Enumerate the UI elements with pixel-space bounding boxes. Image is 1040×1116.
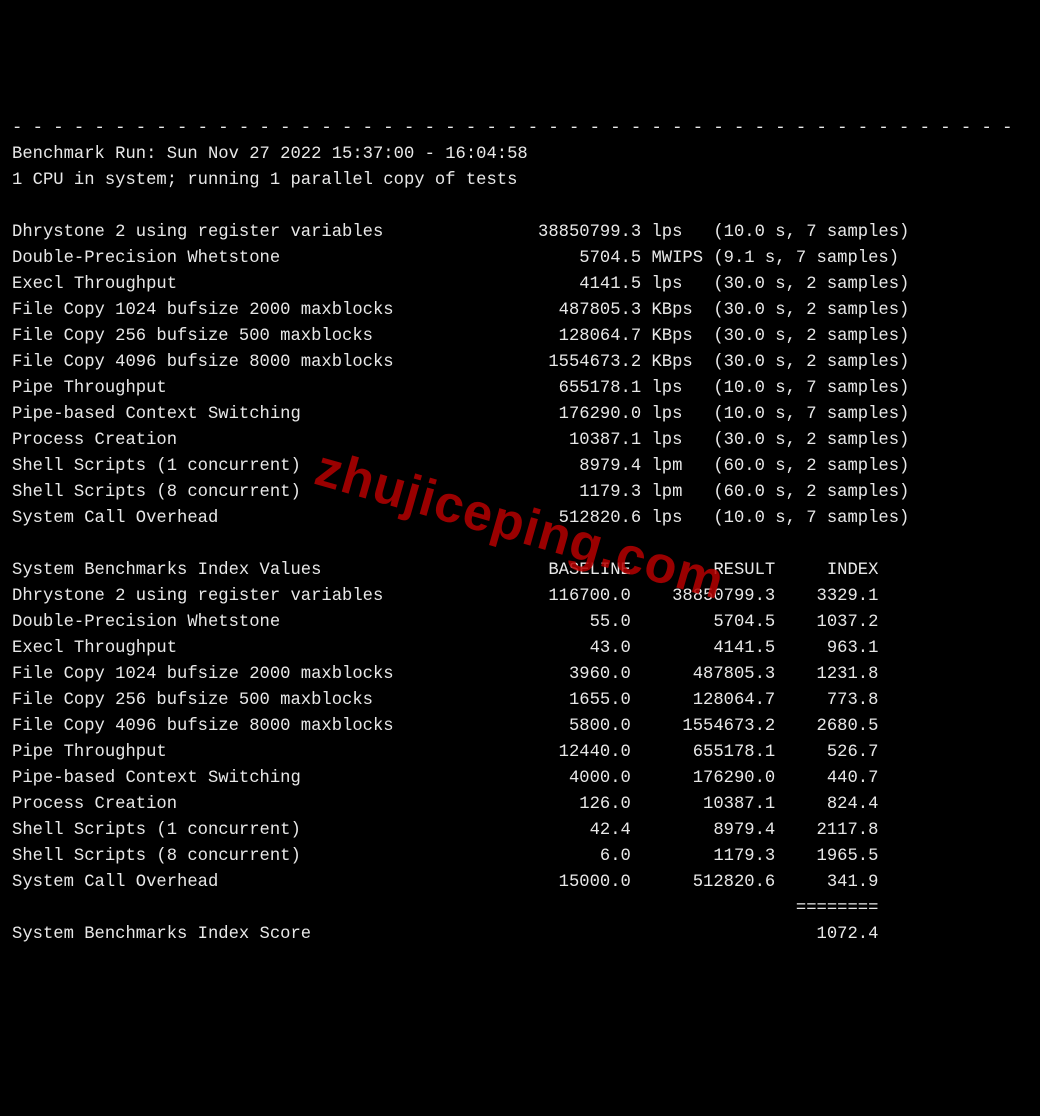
terminal-output: - - - - - - - - - - - - - - - - - - - - … — [12, 116, 1028, 948]
